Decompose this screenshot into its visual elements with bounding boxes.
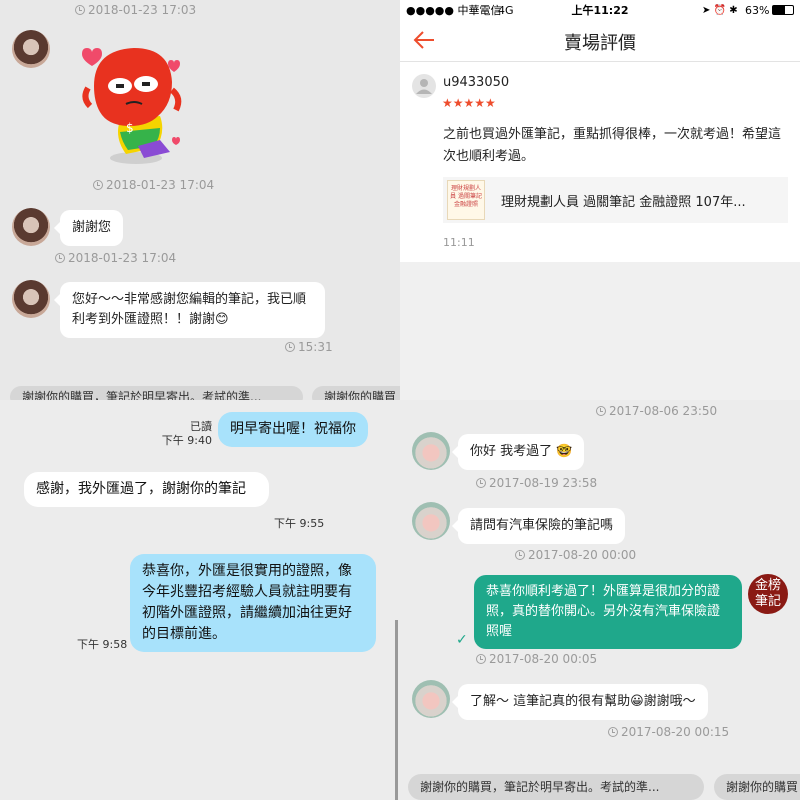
clock-icon — [596, 406, 606, 416]
chat-panel-top-left: 2018-01-23 17:03 $ 2018-01-23 17:04 謝謝您 … — [0, 0, 400, 400]
scrollbar[interactable] — [395, 620, 398, 800]
timestamp: 2017-08-20 00:15 — [608, 725, 729, 739]
timestamp: 2017-08-19 23:58 — [476, 476, 597, 490]
product-name: 理財規劃人員 過關筆記 金融證照 107年... — [501, 195, 746, 210]
message-bubble: 請問有汽車保險的筆記嗎 — [451, 508, 626, 544]
message-text: 你好 我考過了 🤓 — [470, 444, 573, 459]
clock-icon — [476, 478, 486, 488]
quick-reply-chip[interactable]: 謝謝你的購買 — [714, 774, 800, 800]
check-icon: ✓ — [456, 632, 468, 648]
chat-panel-bottom-left: 已讀 下午 9:40 明早寄出喔！祝福你 感謝，我外匯過了，謝謝你的筆記 下午 … — [0, 400, 400, 800]
rating-stars: ★★★★★ — [442, 96, 496, 110]
message-bubble-received: 感謝，我外匯過了，謝謝你的筆記 — [24, 472, 269, 507]
user-avatar[interactable] — [412, 74, 436, 98]
quick-reply-chip[interactable]: 謝謝你的購買 — [312, 386, 400, 400]
message-text: 謝謝您 — [72, 220, 112, 235]
status-icons: ➤ ⏰ ✱ — [702, 4, 738, 16]
message-bubble: 你好 我考過了 🤓 — [451, 434, 585, 470]
clock-icon — [476, 654, 486, 664]
page-title: 賣場評價 — [564, 33, 636, 54]
message-bubble-sent: 明早寄出喔！祝福你 — [218, 412, 368, 447]
clock-icon — [285, 342, 295, 352]
message-meta: 已讀 下午 9:40 — [160, 420, 212, 448]
clock-icon — [93, 180, 103, 190]
message-text: 您好～～非常感謝您編輯的筆記，我已順利考到外匯證照！！謝謝😊 — [72, 292, 307, 327]
review-text: 之前也買過外匯筆記，重點抓得很棒，一次就考過！希望這次也順利考過。 — [443, 127, 782, 164]
message-text: 明早寄出喔！祝福你 — [230, 421, 356, 437]
battery-label: 63% — [745, 3, 770, 17]
clock-icon — [515, 550, 525, 560]
status-bar: ●●●●● 中華電信 4G 上午11:22 ➤ ⏰ ✱ 63% — [400, 0, 800, 20]
read-receipt: 已讀 — [190, 420, 212, 433]
avatar[interactable] — [12, 208, 50, 246]
message-time: 下午 9:55 — [274, 517, 325, 530]
product-card[interactable]: 理財規劃人員 過關筆記 金融證照 理財規劃人員 過關筆記 金融證照 107年..… — [443, 177, 788, 223]
clock-label: 上午11:22 — [571, 4, 629, 17]
quick-reply-chip[interactable]: 謝謝你的購買，筆記於明早寄出。考試的準... — [408, 774, 704, 800]
empty-area — [400, 262, 800, 400]
review-panel-top-right: ●●●●● 中華電信 4G 上午11:22 ➤ ⏰ ✱ 63% 賣場評價 u94… — [400, 0, 800, 400]
svg-text:$: $ — [126, 121, 134, 135]
avatar[interactable] — [412, 680, 450, 718]
avatar[interactable] — [12, 280, 50, 318]
avatar[interactable] — [412, 502, 450, 540]
clock-icon — [75, 5, 85, 15]
message-text: 請問有汽車保險的筆記嗎 — [470, 518, 614, 533]
timestamp: 2017-08-20 00:00 — [515, 548, 636, 562]
message-time: 下午 9:40 — [161, 434, 212, 447]
product-thumbnail: 理財規劃人員 過關筆記 金融證照 — [447, 180, 485, 220]
message-text: 了解～ 這筆記真的很有幫助😀謝謝哦～ — [470, 694, 696, 709]
message-bubble: 謝謝您 — [53, 210, 124, 246]
chat-panel-bottom-right: 2017-08-06 23:50 你好 我考過了 🤓 2017-08-19 23… — [400, 400, 800, 800]
clock-icon — [608, 727, 618, 737]
sticker-image: $ — [82, 48, 182, 164]
message-bubble: 了解～ 這筆記真的很有幫助😀謝謝哦～ — [452, 684, 708, 720]
quick-reply-chip[interactable]: 謝謝你的購買，筆記於明早寄出。考試的準... — [10, 386, 303, 400]
timestamp: 2018-01-23 17:04 — [55, 251, 176, 265]
timestamp: 2017-08-06 23:50 — [596, 404, 717, 418]
message-bubble: 您好～～非常感謝您編輯的筆記，我已順利考到外匯證照！！謝謝😊 — [54, 282, 325, 338]
user-icon — [416, 79, 432, 94]
timestamp: 2018-01-23 17:03 — [75, 3, 196, 17]
message-bubble-sent: 恭喜你，外匯是很實用的證照，像今年兆豐招考經驗人員就註明要有初階外匯證照，請繼續… — [130, 554, 376, 652]
message-text: 恭喜你，外匯是很實用的證照，像今年兆豐招考經驗人員就註明要有初階外匯證照，請繼續… — [142, 563, 352, 642]
nav-bar: 賣場評價 — [400, 20, 800, 62]
avatar[interactable] — [412, 432, 450, 470]
message-bubble-sent: 恭喜你順利考過了！外匯算是很加分的證照，真的替你開心。另外沒有汽車保險證照喔 — [474, 575, 742, 649]
battery-icon — [772, 5, 794, 15]
collage: 2018-01-23 17:03 $ 2018-01-23 17:04 謝謝您 … — [0, 0, 800, 800]
timestamp: 2018-01-23 17:04 — [93, 178, 214, 192]
message-text: 感謝，我外匯過了，謝謝你的筆記 — [36, 481, 246, 497]
message-text: 恭喜你順利考過了！外匯算是很加分的證照，真的替你開心。另外沒有汽車保險證照喔 — [486, 584, 721, 639]
review-time: 11:11 — [443, 236, 475, 249]
reviewer-name[interactable]: u9433050 — [443, 75, 509, 90]
shop-seal-avatar[interactable]: 金榜筆記 — [748, 574, 788, 614]
clock-icon — [55, 253, 65, 263]
message-time: 下午 9:58 — [77, 638, 128, 651]
avatar[interactable] — [12, 30, 50, 68]
heart-icon — [82, 48, 102, 66]
timestamp: 2017-08-20 00:05 — [476, 652, 597, 666]
timestamp: 15:31 — [285, 340, 333, 354]
